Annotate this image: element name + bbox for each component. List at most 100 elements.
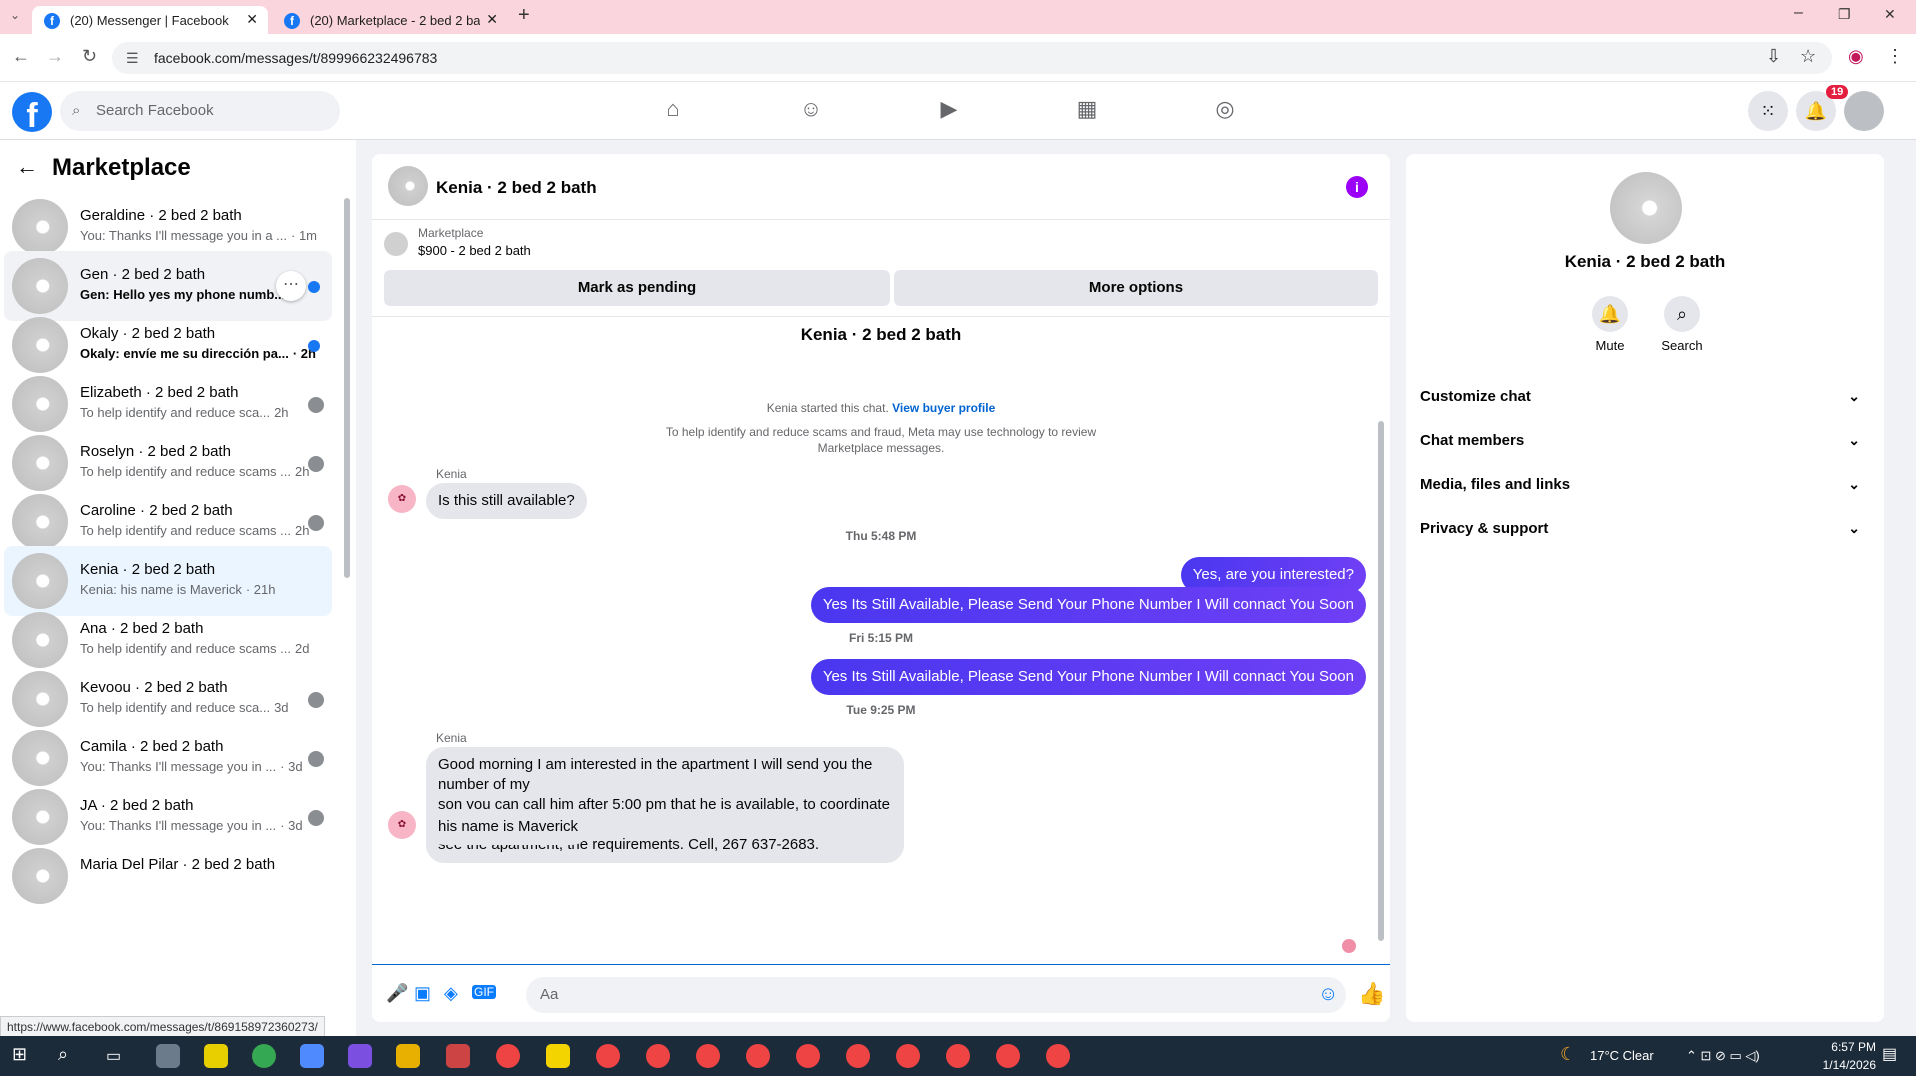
chat-header: Kenia · 2 bed 2 bath i — [372, 154, 1390, 220]
incoming-message[interactable]: Is this still available? — [426, 483, 587, 519]
tab-list-icon[interactable]: ⌄ — [10, 8, 20, 22]
menu-kebab-icon[interactable]: ⋮ — [1886, 46, 1904, 67]
sticker-icon[interactable]: ◈ — [444, 983, 458, 1004]
clock-time[interactable]: 6:57 PM — [1824, 1040, 1876, 1054]
preview-time: 3d — [274, 700, 289, 715]
facebook-favicon-icon: f — [284, 13, 300, 29]
chrome-profile-icon[interactable] — [946, 1044, 970, 1068]
message-input[interactable]: Aa — [526, 977, 1346, 1013]
taskbar-search-icon[interactable]: ⌕ — [58, 1044, 68, 1065]
more-options-button[interactable]: More options — [894, 270, 1378, 306]
account-avatar[interactable] — [1844, 91, 1884, 131]
chrome-profile-icon[interactable] — [846, 1044, 870, 1068]
outgoing-message[interactable]: Yes Its Still Available, Please Send You… — [810, 659, 1366, 695]
reload-icon[interactable]: ↻ — [82, 46, 97, 67]
app-icon[interactable] — [300, 1044, 324, 1068]
chat-avatar[interactable] — [388, 166, 428, 206]
bookmark-star-icon[interactable]: ☆ — [1800, 46, 1816, 67]
chrome-icon[interactable] — [252, 1044, 276, 1068]
friends-icon[interactable]: ☺ — [796, 96, 826, 126]
chrome-profile-icon[interactable] — [596, 1044, 620, 1068]
marketplace-icon[interactable]: ▦ — [1072, 96, 1102, 126]
conversation-preview: To help identify and reduce scams ... 2d — [80, 641, 320, 656]
home-icon[interactable]: ⌂ — [658, 96, 688, 126]
close-tab-icon[interactable]: ✕ — [246, 11, 258, 28]
video-icon[interactable]: ▶ — [934, 96, 964, 126]
tab-messenger[interactable]: f (20) Messenger | Facebook ✕ — [32, 6, 268, 34]
notification-center-icon[interactable]: ▤ — [1882, 1044, 1897, 1064]
view-buyer-profile-link[interactable]: View buyer profile — [892, 401, 995, 415]
media-files-links-section[interactable]: Media, files and links ⌄ — [1420, 476, 1870, 493]
info-icon[interactable]: i — [1346, 176, 1368, 198]
thumbs-up-icon[interactable]: 👍 — [1358, 981, 1385, 1007]
task-view-icon[interactable]: ▭ — [106, 1046, 121, 1066]
system-tray-icons[interactable]: ⌃ ⊡ ⊘ ▭ ◁) — [1686, 1048, 1760, 1064]
windows-start-icon[interactable]: ⊞ — [12, 1044, 27, 1065]
conversation-preview: To help identify and reduce scams ... 2h — [80, 523, 320, 538]
app-icon[interactable] — [156, 1044, 180, 1068]
emoji-icon[interactable]: ☺ — [1318, 983, 1338, 1006]
chrome-profile-icon[interactable] — [1046, 1044, 1070, 1068]
chrome-profile-icon[interactable] — [896, 1044, 920, 1068]
sender-avatar[interactable]: ✿ — [388, 811, 416, 839]
profile-icon[interactable]: ◉ — [1848, 46, 1864, 67]
more-options-icon[interactable]: ⋯ — [276, 271, 306, 301]
search-input[interactable]: ⌕ Search Facebook — [60, 91, 340, 131]
app-icon[interactable] — [204, 1044, 228, 1068]
chrome-profile-icon[interactable] — [996, 1044, 1020, 1068]
file-explorer-icon[interactable] — [396, 1044, 420, 1068]
sticky-notes-icon[interactable] — [546, 1044, 570, 1068]
chrome-profile-icon[interactable] — [796, 1044, 820, 1068]
minimize-icon[interactable]: – — [1794, 4, 1803, 22]
site-info-icon[interactable]: ☰ — [126, 42, 139, 74]
listing-info[interactable]: Marketplace $900 - 2 bed 2 bath — [384, 226, 531, 258]
mark-pending-button[interactable]: Mark as pending — [384, 270, 890, 306]
incoming-message[interactable]: his name is Maverick — [426, 809, 591, 845]
gif-icon[interactable]: GIF — [472, 985, 496, 999]
facebook-logo-icon[interactable]: f — [12, 92, 52, 135]
search-icon: ⌕ — [1664, 296, 1700, 332]
new-tab-icon[interactable]: + — [518, 4, 530, 27]
photo-icon[interactable]: ▣ — [414, 983, 431, 1004]
forward-icon[interactable]: → — [46, 46, 64, 67]
chrome-profile-icon[interactable] — [496, 1044, 520, 1068]
chrome-profile-icon[interactable] — [746, 1044, 770, 1068]
conversation-item[interactable]: Maria Del Pilar · 2 bed 2 bath — [4, 841, 332, 911]
chat-scrollbar[interactable] — [1378, 421, 1384, 941]
apps-menu-icon[interactable]: ⁙ — [1748, 91, 1788, 131]
app-icon[interactable] — [348, 1044, 372, 1068]
chrome-profile-icon[interactable] — [646, 1044, 670, 1068]
close-window-icon[interactable]: ✕ — [1884, 6, 1896, 23]
weather-text[interactable]: 17°C Clear — [1590, 1048, 1654, 1063]
privacy-support-section[interactable]: Privacy & support ⌄ — [1420, 520, 1870, 537]
maximize-icon[interactable]: ❐ — [1838, 6, 1851, 23]
mute-button[interactable]: 🔔 Mute — [1580, 296, 1640, 353]
conversation-avatar — [12, 258, 68, 314]
preview-text: Gen: Hello yes my phone numb... — [80, 287, 286, 302]
clock-date[interactable]: 1/14/2026 — [1814, 1058, 1876, 1072]
outgoing-message[interactable]: Yes Its Still Available, Please Send You… — [810, 587, 1366, 623]
tab-marketplace[interactable]: f (20) Marketplace - 2 bed 2 bath ✕ — [272, 6, 508, 34]
customize-chat-section[interactable]: Customize chat ⌄ — [1420, 388, 1870, 405]
search-chat-button[interactable]: ⌕ Search — [1652, 296, 1712, 353]
conversation-name: Kenia · 2 bed 2 bath — [80, 561, 216, 578]
seen-avatar — [308, 515, 324, 531]
chrome-profile-icon[interactable] — [696, 1044, 720, 1068]
chat-members-section[interactable]: Chat members ⌄ — [1420, 432, 1870, 449]
details-avatar[interactable] — [1610, 172, 1682, 244]
search-icon: ⌕ — [72, 102, 81, 119]
app-icon[interactable] — [446, 1044, 470, 1068]
url-field[interactable]: ☰ facebook.com/messages/t/89996623249678… — [112, 42, 1832, 74]
message-thread: Kenia · 2 bed 2 bath Kenia started this … — [372, 317, 1390, 965]
back-arrow-icon[interactable]: ← — [16, 154, 38, 180]
microphone-icon[interactable]: 🎤 — [386, 983, 408, 1004]
sidebar-scrollbar[interactable] — [344, 198, 350, 578]
install-icon[interactable]: ⇩ — [1766, 46, 1781, 67]
incoming-message[interactable]: Good morning I am interested in the apar… — [426, 747, 904, 863]
back-icon[interactable]: ← — [12, 46, 30, 67]
composer-placeholder: Aa — [540, 986, 559, 1003]
groups-icon[interactable]: ◎ — [1210, 96, 1240, 126]
chat-title[interactable]: Kenia · 2 bed 2 bath — [436, 178, 597, 198]
sender-avatar[interactable]: ✿ — [388, 485, 416, 513]
close-tab-icon[interactable]: ✕ — [486, 11, 498, 28]
